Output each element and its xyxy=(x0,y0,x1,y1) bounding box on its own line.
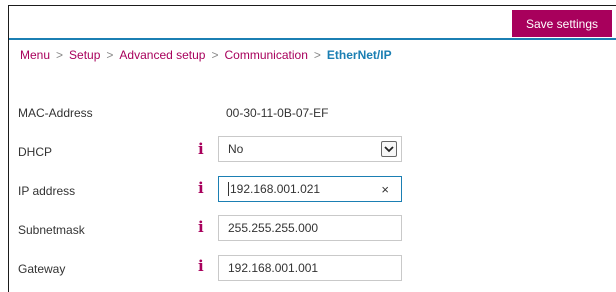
gateway-info-icon[interactable]: i xyxy=(198,259,204,274)
breadcrumb-item-advanced-setup[interactable]: Advanced setup xyxy=(119,48,205,62)
breadcrumb-item-communication[interactable]: Communication xyxy=(225,48,308,62)
header-divider xyxy=(9,38,616,40)
ip-address-info-icon[interactable]: i xyxy=(198,181,204,196)
mac-address-value: 00-30-11-0B-07-EF xyxy=(226,106,329,120)
ip-address-input[interactable] xyxy=(230,182,370,196)
ip-address-label: IP address xyxy=(18,184,76,198)
breadcrumb-separator: > xyxy=(313,48,321,62)
ip-address-field[interactable]: × xyxy=(218,176,402,202)
dhcp-info-icon[interactable]: i xyxy=(198,142,204,157)
dhcp-selected-value: No xyxy=(228,142,244,156)
clear-icon[interactable]: × xyxy=(381,182,389,197)
breadcrumb: Menu > Setup > Advanced setup > Communic… xyxy=(20,48,392,62)
frame-left-border xyxy=(8,5,9,292)
save-settings-button[interactable]: Save settings xyxy=(512,10,612,37)
gateway-label: Gateway xyxy=(18,262,66,276)
chevron-down-icon[interactable] xyxy=(381,141,397,157)
dhcp-select[interactable]: No xyxy=(218,136,402,162)
mac-address-label: MAC-Address xyxy=(18,106,93,120)
breadcrumb-item-setup[interactable]: Setup xyxy=(69,48,100,62)
breadcrumb-item-ethernet-ip: EtherNet/IP xyxy=(326,48,392,62)
subnetmask-field[interactable] xyxy=(218,215,402,241)
breadcrumb-item-menu[interactable]: Menu xyxy=(20,48,50,62)
subnetmask-label: Subnetmask xyxy=(18,223,85,237)
subnetmask-info-icon[interactable]: i xyxy=(198,220,204,235)
subnetmask-input[interactable] xyxy=(228,221,368,235)
breadcrumb-separator: > xyxy=(211,48,219,62)
dhcp-label: DHCP xyxy=(18,145,53,159)
frame-top-border xyxy=(8,5,616,6)
breadcrumb-separator: > xyxy=(56,48,64,62)
gateway-input[interactable] xyxy=(228,261,368,275)
text-caret xyxy=(228,182,229,196)
settings-page: Save settings Menu > Setup > Advanced se… xyxy=(0,0,616,292)
breadcrumb-separator: > xyxy=(106,48,114,62)
gateway-field[interactable] xyxy=(218,255,402,281)
